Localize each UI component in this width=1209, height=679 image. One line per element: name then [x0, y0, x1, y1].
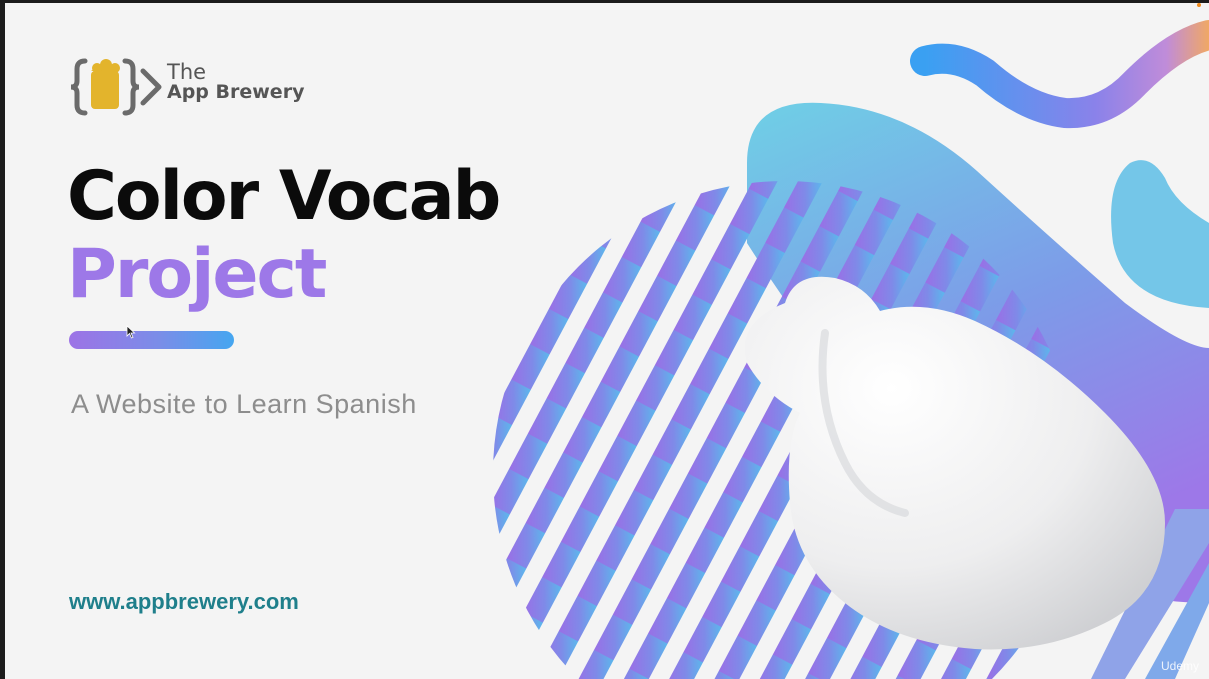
title-line2: Project	[67, 235, 327, 314]
title-line1: Color Vocab	[67, 157, 501, 236]
subtitle: A Website to Learn Spanish	[71, 389, 417, 419]
brand-name: The App Brewery	[167, 61, 304, 103]
brand-name-line2: App Brewery	[167, 81, 305, 104]
brand-name-line1: The	[167, 60, 207, 84]
decorative-artwork	[493, 20, 1209, 679]
mouse-pointer-icon	[126, 325, 136, 339]
accent-bar	[69, 331, 234, 349]
app-brewery-logo-icon	[70, 58, 162, 116]
website-link[interactable]: www.appbrewery.com	[69, 589, 299, 615]
udemy-watermark: Udemy	[1160, 659, 1199, 673]
corner-indicator	[1197, 3, 1201, 7]
slide-canvas: The App Brewery Color Vocab Project A We…	[5, 3, 1209, 679]
